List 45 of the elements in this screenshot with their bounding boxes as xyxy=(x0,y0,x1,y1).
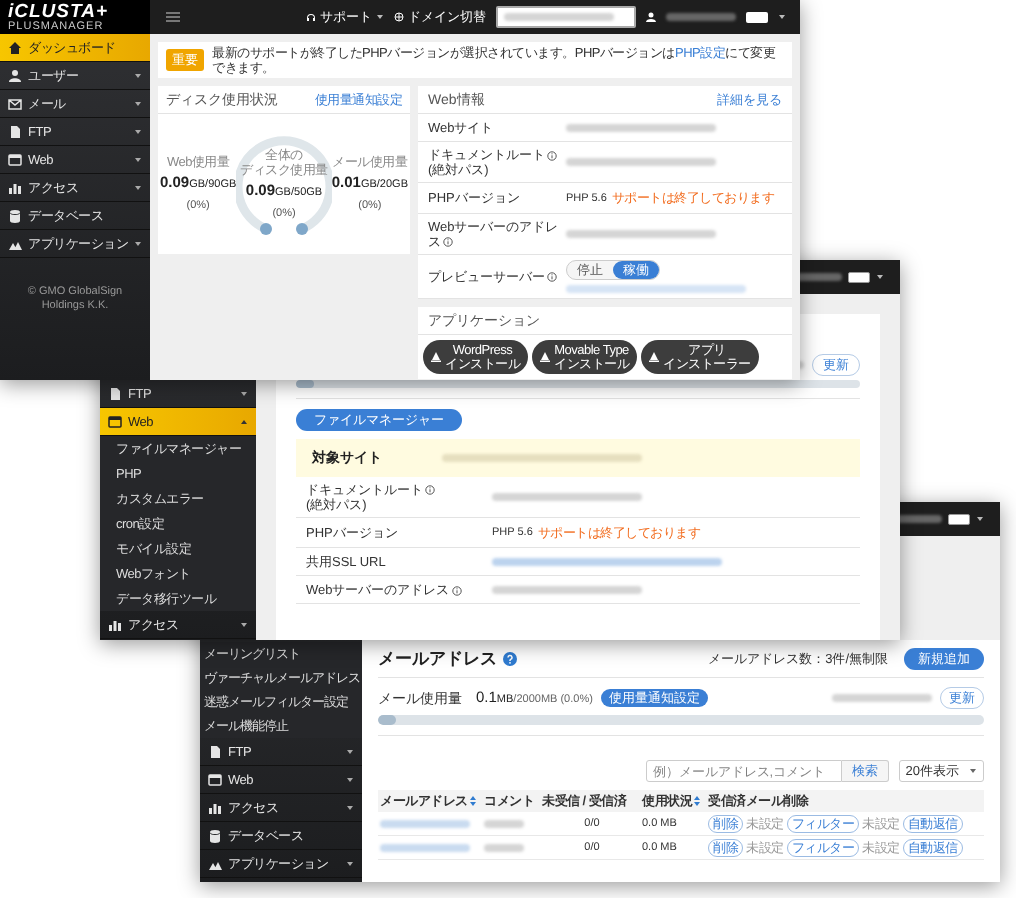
redacted-text xyxy=(832,694,932,702)
role-badge xyxy=(746,11,768,23)
user-icon xyxy=(646,12,656,22)
redacted-text xyxy=(484,819,524,828)
download-icon xyxy=(649,351,659,362)
download-icon xyxy=(540,351,550,362)
redacted-text xyxy=(666,13,736,21)
download-icon xyxy=(431,351,441,362)
caret-icon xyxy=(778,13,786,21)
redacted-text xyxy=(504,13,614,21)
database-icon xyxy=(8,208,22,223)
bar-chart-icon xyxy=(8,180,22,195)
house-icon xyxy=(8,40,22,55)
file-icon xyxy=(8,124,22,139)
redacted-text xyxy=(380,843,470,852)
info-icon xyxy=(425,485,435,496)
role-badge xyxy=(948,513,970,525)
caret-icon xyxy=(969,767,977,775)
headset-icon xyxy=(306,12,316,22)
file-icon xyxy=(108,386,122,401)
info-icon xyxy=(451,585,462,596)
redacted-text xyxy=(380,819,470,828)
page-title: メールアドレス xyxy=(378,646,497,672)
caret-icon xyxy=(876,273,884,281)
sort-icon xyxy=(469,796,476,806)
user-icon xyxy=(8,68,22,83)
domain-select[interactable] xyxy=(496,6,636,28)
window-icon xyxy=(108,414,122,429)
role-badge xyxy=(848,271,870,283)
bar-chart-icon xyxy=(108,617,122,632)
database-icon xyxy=(208,828,222,843)
bar-chart-icon xyxy=(208,800,222,815)
info-icon xyxy=(547,272,557,283)
info-icon xyxy=(547,150,557,161)
info-icon xyxy=(443,237,453,248)
window-icon xyxy=(8,152,22,167)
caret-icon xyxy=(976,515,984,523)
menu-icon xyxy=(166,11,180,23)
help-icon xyxy=(503,651,517,666)
mail-icon xyxy=(8,96,22,111)
redacted-text xyxy=(484,843,524,852)
sort-icon xyxy=(694,796,700,806)
file-icon xyxy=(208,744,222,759)
window-icon xyxy=(208,772,222,787)
caret-icon xyxy=(376,13,384,21)
